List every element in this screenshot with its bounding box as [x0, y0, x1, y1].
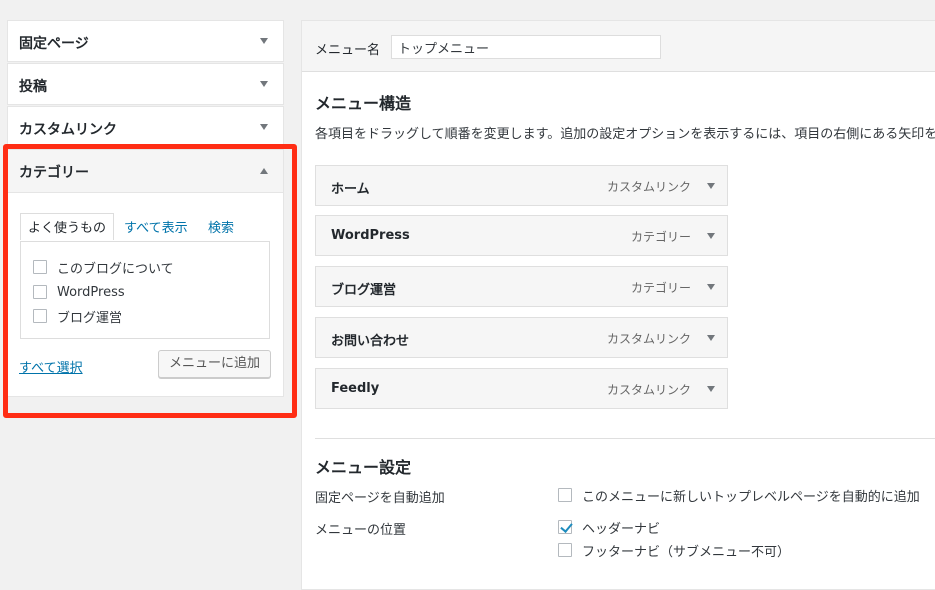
accordion-custom-links-title: カスタムリンク [19, 122, 117, 138]
checkbox[interactable] [558, 543, 572, 557]
menu-item-type: カスタムリンク [606, 180, 691, 194]
tab-view-all[interactable]: すべて表示 [124, 217, 188, 236]
menu-item-title: WordPress [331, 228, 410, 243]
menu-settings-title: メニュー設定 [315, 458, 412, 477]
accordion-posts-title: 投稿 [19, 79, 47, 95]
checkbox-checked[interactable] [558, 520, 573, 534]
add-menu-items-panel: 固定ページ 投稿 カスタムリンク カテゴリー よく使うもの すべて表示 検索 こ… [7, 20, 284, 397]
chevron-down-icon[interactable] [260, 81, 268, 87]
location-header-option[interactable]: ヘッダーナビ [558, 518, 661, 537]
accordion-custom-links[interactable]: カスタムリンク [7, 106, 284, 148]
menu-structure-description: 各項目をドラッグして順番を変更します。追加の設定オプションを表示するには、項目の… [315, 127, 935, 142]
location-option-label: フッターナビ（サブメニュー不可） [582, 544, 791, 560]
menu-item-contact[interactable]: お問い合わせ カスタムリンク [315, 317, 728, 358]
tab-most-used[interactable]: よく使うもの [20, 213, 115, 240]
category-label: WordPress [57, 284, 125, 300]
menu-item-title: ホーム [331, 182, 370, 197]
accordion-categories-header[interactable]: カテゴリー [8, 150, 283, 193]
menu-location-label: メニューの位置 [315, 523, 407, 538]
checkmark-icon [560, 520, 573, 533]
menu-item-home[interactable]: ホーム カスタムリンク [315, 165, 728, 206]
menu-item-title: ブログ運営 [331, 283, 397, 298]
tab-search[interactable]: 検索 [208, 217, 234, 236]
list-item[interactable]: WordPress [33, 283, 125, 301]
menu-item-blog[interactable]: ブログ運営 カテゴリー [315, 266, 728, 307]
category-label: ブログ運営 [57, 310, 123, 326]
accordion-categories-title: カテゴリー [19, 165, 89, 181]
select-all-link[interactable]: すべて選択 [19, 357, 83, 376]
chevron-down-icon[interactable] [707, 183, 715, 189]
menu-item-wordpress[interactable]: WordPress カテゴリー [315, 215, 728, 256]
checkbox[interactable] [558, 488, 572, 502]
auto-add-label: 固定ページを自動追加 [315, 491, 445, 506]
menu-name-label: メニュー名 [315, 43, 381, 58]
menu-item-title: お問い合わせ [331, 334, 410, 349]
accordion-pages-title: 固定ページ [19, 36, 89, 52]
auto-add-option[interactable]: このメニューに新しいトップレベルページを自動的に追加 [558, 486, 920, 505]
chevron-down-icon[interactable] [707, 335, 715, 341]
checkbox[interactable] [33, 309, 47, 323]
menu-item-type: カスタムリンク [606, 383, 691, 397]
checkbox[interactable] [33, 260, 47, 274]
chevron-down-icon[interactable] [707, 284, 715, 290]
menu-item-type: カスタムリンク [606, 332, 691, 346]
auto-add-option-label: このメニューに新しいトップレベルページを自動的に追加 [582, 489, 920, 505]
menu-header: メニュー名 [302, 21, 935, 72]
add-to-menu-button[interactable]: メニューに追加 [158, 350, 271, 378]
menu-editor-panel: メニュー名 メニュー構造 各項目をドラッグして順番を変更します。追加の設定オプシ… [301, 20, 935, 590]
accordion-posts[interactable]: 投稿 [7, 63, 284, 105]
menu-item-title: Feedly [331, 381, 380, 396]
location-option-label: ヘッダーナビ [582, 521, 661, 537]
category-label: このブログについて [57, 261, 174, 277]
menu-item-feedly[interactable]: Feedly カスタムリンク [315, 368, 728, 409]
chevron-down-icon[interactable] [707, 233, 715, 239]
menu-name-input[interactable] [391, 35, 661, 59]
accordion-pages[interactable]: 固定ページ [7, 20, 284, 62]
list-item[interactable]: ブログ運営 [33, 307, 123, 326]
checkbox[interactable] [33, 285, 47, 299]
list-item[interactable]: このブログについて [33, 258, 174, 277]
accordion-categories: カテゴリー よく使うもの すべて表示 検索 このブログについて WordPres… [7, 149, 284, 397]
menu-structure-title: メニュー構造 [315, 94, 412, 113]
menu-item-type: カテゴリー [630, 281, 691, 295]
category-checklist: このブログについて WordPress ブログ運営 [20, 241, 270, 339]
divider [315, 438, 935, 439]
chevron-down-icon[interactable] [707, 386, 715, 392]
location-footer-option[interactable]: フッターナビ（サブメニュー不可） [558, 541, 791, 560]
chevron-down-icon[interactable] [260, 38, 268, 44]
chevron-up-icon[interactable] [260, 168, 268, 174]
chevron-down-icon[interactable] [260, 124, 268, 130]
menu-item-type: カテゴリー [630, 230, 691, 244]
